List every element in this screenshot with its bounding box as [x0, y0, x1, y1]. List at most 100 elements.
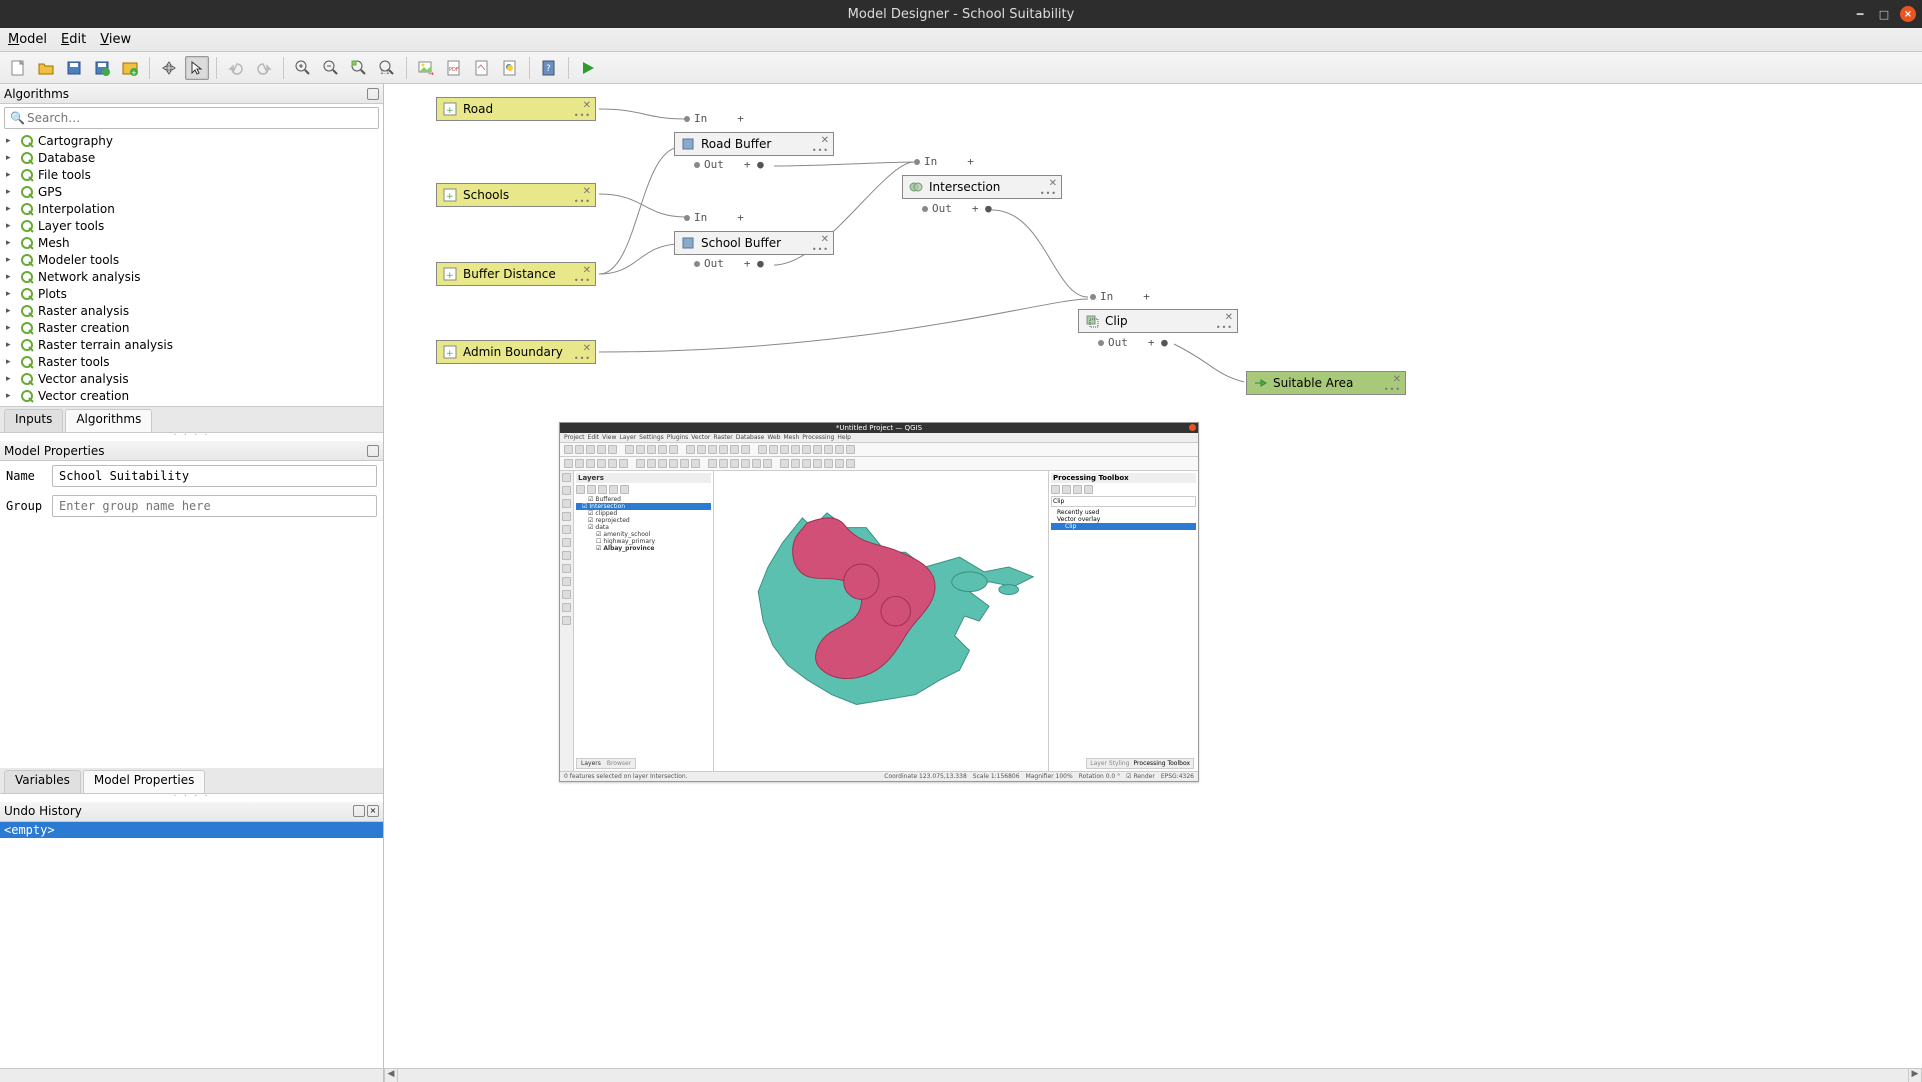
close-node-icon[interactable]: ✕ [583, 186, 591, 197]
node-schools-input[interactable]: + Schools ✕••• [436, 183, 596, 207]
edit-help-icon[interactable]: ? [537, 56, 561, 80]
tree-item[interactable]: ▸Vector analysis [0, 370, 383, 387]
undo-icon[interactable] [224, 56, 248, 80]
expand-icon[interactable]: ▸ [6, 272, 16, 282]
close-node-icon[interactable]: ✕ [821, 234, 829, 245]
open-icon[interactable] [34, 56, 58, 80]
menu-view[interactable]: View [100, 32, 131, 47]
splitter-handle[interactable]: · · · · [0, 433, 383, 441]
close-node-icon[interactable]: ✕ [821, 135, 829, 146]
tree-item[interactable]: ▸Raster analysis [0, 302, 383, 319]
close-button[interactable]: × [1900, 6, 1916, 22]
zoom-in-icon[interactable] [291, 56, 315, 80]
tab-algorithms[interactable]: Algorithms [65, 409, 152, 432]
export-image-icon[interactable]: → [414, 56, 438, 80]
splitter-handle[interactable]: · · · · [0, 794, 383, 802]
pan-icon[interactable] [157, 56, 181, 80]
maximize-button[interactable]: □ [1876, 6, 1892, 22]
port-in[interactable]: In [914, 155, 974, 168]
tab-model-properties[interactable]: Model Properties [83, 770, 206, 793]
save-icon[interactable] [62, 56, 86, 80]
dock-icon[interactable] [367, 445, 379, 457]
node-suitable-area-output[interactable]: Suitable Area ✕••• [1246, 371, 1406, 395]
tree-item[interactable]: ▸Raster tools [0, 353, 383, 370]
scroll-left-icon[interactable]: ◀ [384, 1069, 398, 1082]
expand-icon[interactable]: ▸ [6, 255, 16, 265]
tree-item[interactable]: ▸Database [0, 149, 383, 166]
tree-item[interactable]: ▸Modeler tools [0, 251, 383, 268]
expand-icon[interactable]: ▸ [6, 391, 16, 401]
tree-item[interactable]: ▸Layer tools [0, 217, 383, 234]
dock-icon[interactable] [367, 88, 379, 100]
tree-item[interactable]: ▸Vector creation [0, 387, 383, 404]
port-in[interactable]: In [684, 211, 744, 224]
expand-icon[interactable]: ▸ [6, 340, 16, 350]
close-node-icon[interactable]: ✕ [1225, 312, 1233, 323]
port-out[interactable]: Out [922, 202, 992, 215]
close-node-icon[interactable]: ✕ [583, 100, 591, 111]
menu-edit[interactable]: Edit [61, 32, 86, 47]
expand-icon[interactable]: ▸ [6, 170, 16, 180]
port-out[interactable]: Out [694, 158, 764, 171]
export-svg-icon[interactable] [470, 56, 494, 80]
expand-icon[interactable]: ▸ [6, 221, 16, 231]
tree-item[interactable]: ▸Interpolation [0, 200, 383, 217]
algorithm-tree[interactable]: ▸Cartography▸Database▸File tools▸GPS▸Int… [0, 132, 383, 407]
new-icon[interactable] [6, 56, 30, 80]
zoom-out-icon[interactable] [319, 56, 343, 80]
save-project-icon[interactable]: + [118, 56, 142, 80]
port-in[interactable]: In [1090, 290, 1150, 303]
model-canvas[interactable]: + Road ✕••• + Schools ✕••• + Buffer Dist… [384, 84, 1922, 1068]
save-as-icon[interactable] [90, 56, 114, 80]
menu-model[interactable]: Model [8, 32, 47, 47]
name-input[interactable] [52, 465, 377, 487]
zoom-full-icon[interactable] [347, 56, 371, 80]
search-input[interactable] [4, 107, 379, 129]
expand-icon[interactable]: ▸ [6, 136, 16, 146]
close-node-icon[interactable]: ✕ [1049, 178, 1057, 189]
minimize-button[interactable]: ━ [1852, 6, 1868, 22]
tree-item[interactable]: ▸File tools [0, 166, 383, 183]
close-panel-icon[interactable]: × [367, 805, 379, 817]
tree-item[interactable]: ▸Plots [0, 285, 383, 302]
node-clip[interactable]: Clip ✕••• [1078, 309, 1238, 333]
run-icon[interactable] [576, 56, 600, 80]
undo-item[interactable]: <empty> [0, 822, 383, 838]
expand-icon[interactable]: ▸ [6, 357, 16, 367]
node-road-buffer[interactable]: Road Buffer ✕••• [674, 132, 834, 156]
export-python-icon[interactable] [498, 56, 522, 80]
tree-item[interactable]: ▸Cartography [0, 132, 383, 149]
tree-item[interactable]: ▸Raster terrain analysis [0, 336, 383, 353]
close-node-icon[interactable]: ✕ [583, 265, 591, 276]
node-admin-boundary-input[interactable]: + Admin Boundary ✕••• [436, 340, 596, 364]
expand-icon[interactable]: ▸ [6, 204, 16, 214]
zoom-100-icon[interactable]: 1:1 [375, 56, 399, 80]
expand-icon[interactable]: ▸ [6, 187, 16, 197]
undo-history-list[interactable]: <empty> [0, 822, 383, 1069]
expand-icon[interactable]: ▸ [6, 153, 16, 163]
node-school-buffer[interactable]: School Buffer ✕••• [674, 231, 834, 255]
tree-item[interactable]: ▸Raster creation [0, 319, 383, 336]
horizontal-scrollbar[interactable]: ◀ ▶ [0, 1068, 1922, 1082]
tab-inputs[interactable]: Inputs [4, 409, 63, 432]
node-intersection[interactable]: Intersection ✕••• [902, 175, 1062, 199]
node-buffer-distance-input[interactable]: + Buffer Distance ✕••• [436, 262, 596, 286]
port-out[interactable]: Out [1098, 336, 1168, 349]
group-input[interactable] [52, 495, 377, 517]
expand-icon[interactable]: ▸ [6, 374, 16, 384]
node-road-input[interactable]: + Road ✕••• [436, 97, 596, 121]
tree-item[interactable]: ▸Mesh [0, 234, 383, 251]
port-out[interactable]: Out [694, 257, 764, 270]
port-in[interactable]: In [684, 112, 744, 125]
expand-icon[interactable]: ▸ [6, 289, 16, 299]
tab-variables[interactable]: Variables [4, 770, 81, 793]
scroll-right-icon[interactable]: ▶ [1908, 1069, 1922, 1082]
redo-icon[interactable] [252, 56, 276, 80]
close-node-icon[interactable]: ✕ [1393, 374, 1401, 385]
close-node-icon[interactable]: ✕ [583, 343, 591, 354]
expand-icon[interactable]: ▸ [6, 323, 16, 333]
select-icon[interactable] [185, 56, 209, 80]
tree-item[interactable]: ▸Network analysis [0, 268, 383, 285]
export-pdf-icon[interactable]: PDF [442, 56, 466, 80]
tree-item[interactable]: ▸GPS [0, 183, 383, 200]
